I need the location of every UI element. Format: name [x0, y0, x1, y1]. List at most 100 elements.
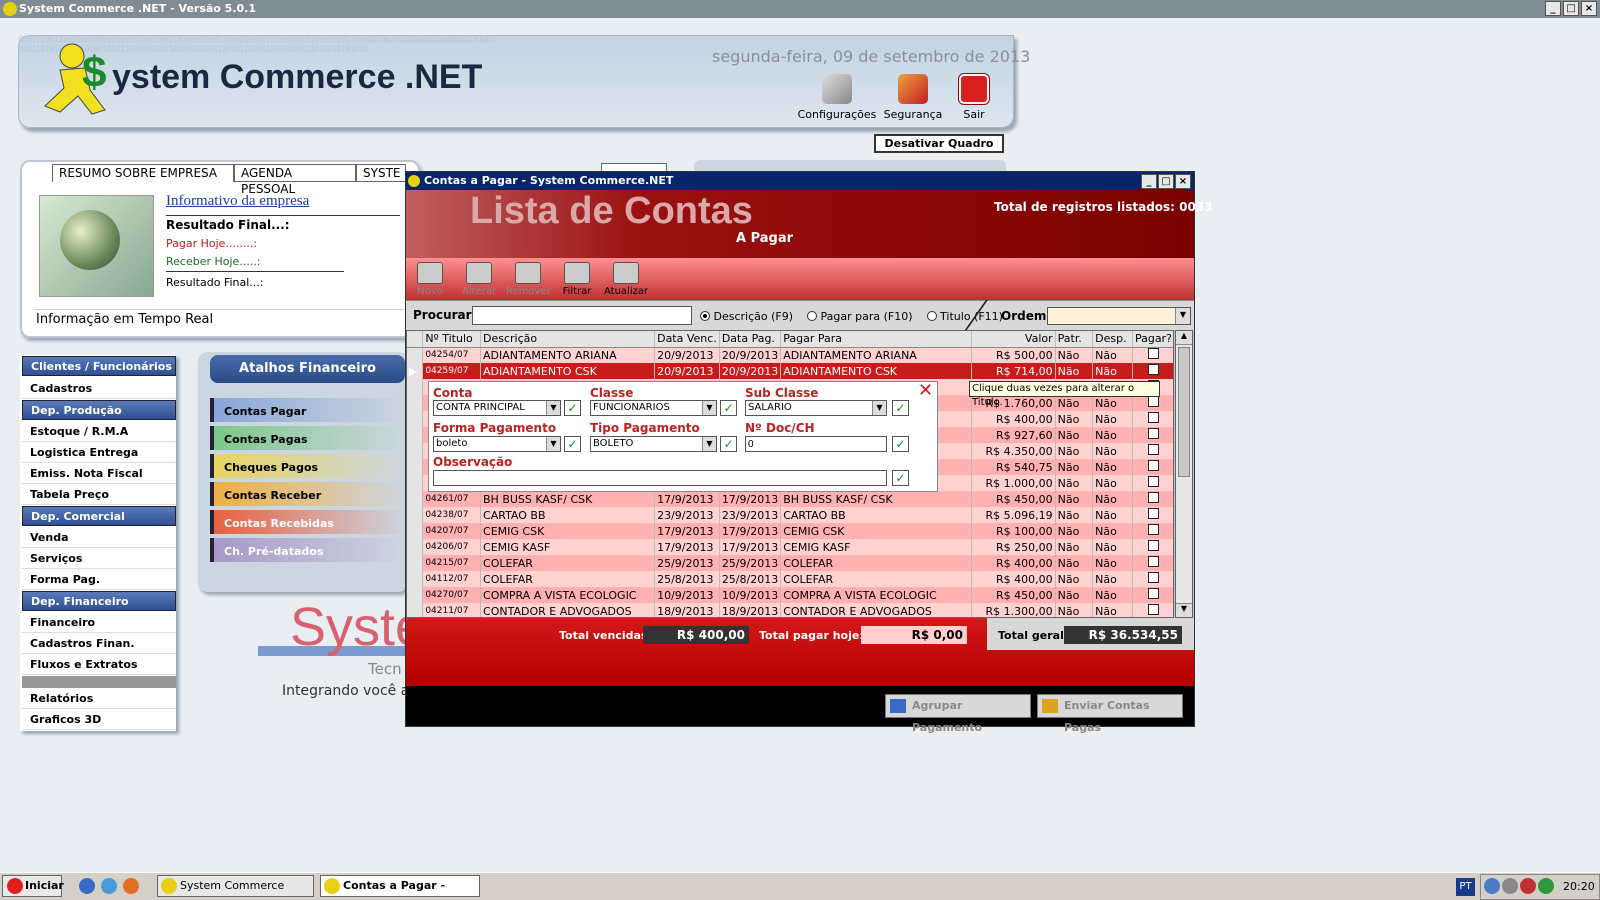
radio-pagar-para[interactable]: Pagar para (F10) — [807, 310, 913, 323]
menu-fluxos[interactable]: Fluxos e Extratos — [22, 655, 176, 675]
enviar-button[interactable]: Enviar Contas Pagas — [1037, 694, 1183, 734]
col-desp[interactable]: Desp. — [1092, 331, 1133, 348]
atualizar-button[interactable]: Atualizar — [604, 260, 648, 300]
obs-input[interactable] — [433, 470, 887, 486]
tab-resumo[interactable]: RESUMO SOBRE EMPRESA — [52, 164, 234, 182]
pagar-checkbox[interactable] — [1147, 348, 1159, 360]
menu-producao[interactable]: Dep. Produção — [22, 400, 176, 420]
menu-servicos[interactable]: Serviços — [22, 549, 176, 569]
forma-confirm-button[interactable]: ✓ — [564, 436, 581, 452]
scroll-down-icon[interactable]: ▼ — [1176, 603, 1192, 617]
doc-confirm-button[interactable]: ✓ — [892, 436, 909, 452]
tab-system[interactable]: SYSTE — [356, 164, 406, 182]
pagar-checkbox[interactable] — [1147, 460, 1159, 471]
menu-financeiro-dep[interactable]: Dep. Financeiro — [22, 591, 176, 611]
table-row[interactable]: 04211/07 CONTADOR E ADVOGADOS 18/9/2013 18/… — [407, 603, 1173, 617]
close-button[interactable]: × — [1581, 1, 1597, 16]
doc-input[interactable] — [745, 436, 887, 452]
menu-graficos[interactable]: Graficos 3D — [22, 710, 176, 730]
novo-button[interactable]: Novo — [408, 260, 452, 300]
table-row[interactable]: 04270/07 COMPRA A VISTA ECOLOGIC 10/9/2013… — [407, 587, 1173, 603]
table-row[interactable]: ▶ 04259/07 ADIANTAMENTO CSK 20/9/2013 20/9/2… — [407, 363, 1173, 379]
atalho-contas-pagar[interactable]: Contas Pagar — [210, 398, 405, 422]
exit-button[interactable]: Sair — [954, 74, 994, 121]
atalho-pre-datados[interactable]: Ch. Pré-datados — [210, 538, 405, 562]
scroll-up-icon[interactable]: ▲ — [1176, 331, 1192, 345]
pagar-checkbox[interactable] — [1147, 588, 1159, 599]
table-row[interactable]: 04254/07 ADIANTAMENTO ARIANA 20/9/2013 20/9… — [407, 347, 1173, 363]
table-row[interactable]: 04206/07 CEMIG KASF 17/9/2013 17/9/2013 CEMI… — [407, 539, 1173, 555]
maximize-button[interactable]: □ — [1563, 1, 1579, 16]
menu-tabela-preco[interactable]: Tabela Preço — [22, 485, 176, 505]
task-contas-pagar[interactable]: Contas a Pagar - Syst... — [320, 875, 480, 900]
filtrar-button[interactable]: Filtrar — [555, 260, 599, 300]
menu-nota-fiscal[interactable]: Emiss. Nota Fiscal — [22, 464, 176, 484]
col-valor[interactable]: Valor — [971, 331, 1056, 348]
pagar-checkbox[interactable] — [1147, 396, 1159, 407]
table-row[interactable]: 04261/07 BH BUSS KASF/ CSK 17/9/2013 17/9/2… — [407, 491, 1173, 507]
tab-agenda[interactable]: AGENDA PESSOAL — [234, 164, 356, 196]
dialog-minimize-button[interactable]: _ — [1141, 174, 1157, 189]
atalho-contas-pagas[interactable]: Contas Pagas — [210, 426, 405, 450]
menu-logistica[interactable]: Logistica Entrega — [22, 443, 176, 463]
shield-icon[interactable] — [1520, 878, 1536, 894]
start-button[interactable]: Iniciar — [2, 875, 64, 897]
ordem-select[interactable]: ▼ — [1047, 307, 1191, 325]
pagar-checkbox[interactable] — [1147, 428, 1159, 439]
col-pagar[interactable]: Pagar? — [1132, 331, 1173, 348]
forma-select[interactable]: boleto ▼ — [433, 436, 561, 452]
pagar-checkbox[interactable] — [1147, 572, 1159, 583]
atalho-recebidas[interactable]: Contas Recebidas — [210, 510, 405, 534]
menu-venda[interactable]: Venda — [22, 528, 176, 548]
subclasse-select[interactable]: SALARIO ▼ — [745, 400, 887, 416]
col-pag[interactable]: Data Pag. — [719, 331, 782, 348]
conta-confirm-button[interactable]: ✓ — [564, 400, 581, 416]
menu-cadastros-finan[interactable]: Cadastros Finan. — [22, 634, 176, 654]
menu-financeiro[interactable]: Financeiro — [22, 613, 176, 633]
table-row[interactable]: 04215/07 COLEFAR 25/9/2013 25/9/2013 COLEFAR… — [407, 555, 1173, 571]
table-row[interactable]: 04238/07 CARTAO BB 23/9/2013 23/9/2013 CARTA… — [407, 507, 1173, 523]
col-descricao[interactable]: Descrição — [480, 331, 656, 348]
menu-forma-pag[interactable]: Forma Pag. — [22, 570, 176, 590]
task-system-commerce[interactable]: System Commerce .NET ... — [157, 875, 314, 900]
info-link[interactable]: Informativo da empresa — [166, 193, 309, 210]
menu-comercial[interactable]: Dep. Comercial — [22, 506, 176, 526]
language-indicator[interactable]: PT — [1456, 878, 1475, 896]
col-para[interactable]: Pagar Para — [780, 331, 973, 348]
menu-clientes[interactable]: Clientes / Funcionários — [22, 356, 176, 376]
remover-button[interactable]: Remover — [506, 260, 551, 300]
pagar-checkbox[interactable] — [1147, 476, 1159, 487]
ie-icon[interactable] — [79, 878, 95, 894]
pagar-checkbox[interactable] — [1147, 492, 1159, 503]
table-row[interactable]: 04112/07 COLEFAR 25/8/2013 25/8/2013 COLEFAR… — [407, 571, 1173, 587]
security-button[interactable]: Segurança — [882, 74, 944, 121]
dialog-close-button[interactable]: × — [1175, 174, 1191, 189]
volume-icon[interactable] — [1502, 878, 1518, 894]
radio-titulo[interactable]: Titulo (F11) — [926, 310, 1003, 323]
minimize-button[interactable]: _ — [1545, 1, 1561, 16]
alterar-button[interactable]: Alterar — [457, 260, 501, 300]
pagar-checkbox[interactable] — [1147, 444, 1159, 455]
atalho-receber[interactable]: Contas Receber — [210, 482, 405, 506]
grid-scrollbar[interactable]: ▲ ▼ — [1175, 330, 1193, 618]
firefox-icon[interactable] — [123, 878, 139, 894]
conta-select[interactable]: CONTA PRINCIPAL ▼ — [433, 400, 561, 416]
col-titulo[interactable]: Nº Titulo — [422, 331, 482, 348]
deactivate-button[interactable]: Desativar Quadro — [874, 134, 1004, 153]
agrupar-button[interactable]: Agrupar Pagamento — [885, 694, 1031, 734]
col-venc[interactable]: Data Venc. — [654, 331, 720, 348]
config-button[interactable]: Configurações — [796, 74, 878, 121]
scroll-thumb[interactable] — [1178, 347, 1190, 477]
pagar-checkbox[interactable] — [1147, 540, 1159, 551]
explorer-icon[interactable] — [101, 878, 117, 894]
radio-descricao[interactable]: Descrição (F9) — [700, 310, 793, 323]
network-icon[interactable] — [1484, 878, 1500, 894]
menu-relatorios[interactable]: Relatórios — [22, 689, 176, 709]
pagar-checkbox[interactable] — [1147, 508, 1159, 519]
pagar-checkbox[interactable] — [1147, 364, 1159, 375]
atalho-cheques[interactable]: Cheques Pagos — [210, 454, 405, 478]
menu-cadastros[interactable]: Cadastros — [22, 379, 176, 399]
subclasse-confirm-button[interactable]: ✓ — [892, 400, 909, 416]
classe-select[interactable]: FUNCIONARIOS ▼ — [590, 400, 717, 416]
popup-close-icon[interactable]: ✕ — [918, 380, 933, 401]
